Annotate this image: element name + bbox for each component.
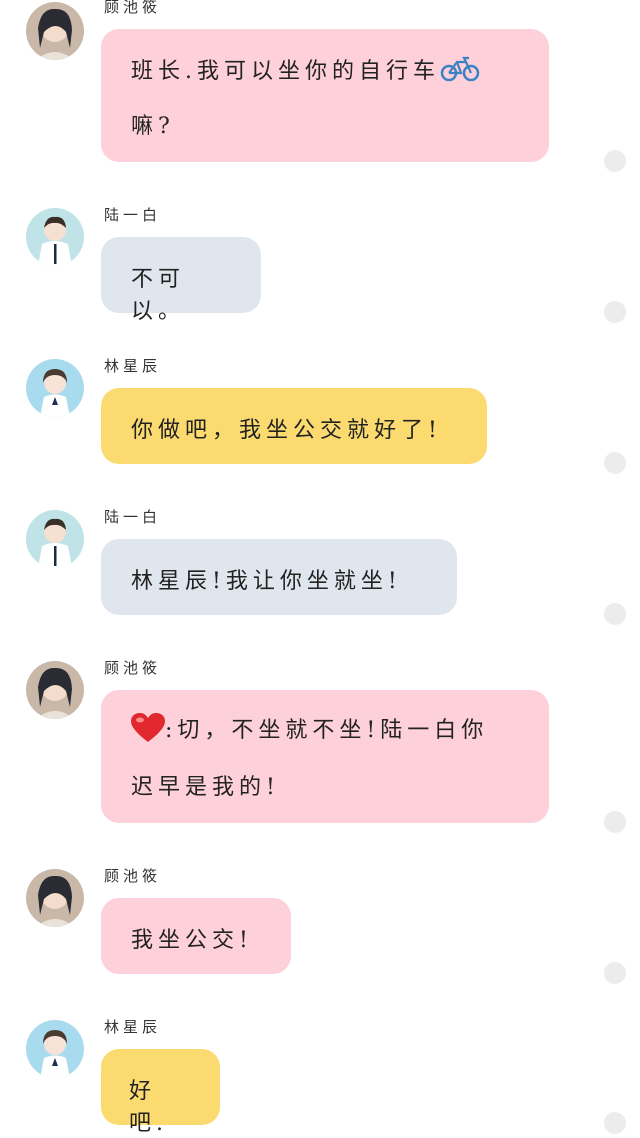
message-bubble[interactable]: 林星辰!我让你坐就坐! [101, 539, 457, 615]
bicycle-icon [440, 56, 480, 88]
sender-name: 林星辰 [104, 1018, 162, 1036]
message-text: :切，不坐就不坐!陆一白你 [131, 712, 519, 749]
message-bubble[interactable]: 班长.我可以坐你的自行车 嘛? [101, 29, 549, 162]
status-dot [604, 452, 626, 474]
message-bubble[interactable]: :切，不坐就不坐!陆一白你 迟早是我的! [101, 690, 549, 823]
message-text: 不可以。 [131, 267, 186, 324]
sender-name: 陆一白 [104, 206, 162, 224]
message-bubble[interactable]: 我坐公交! [101, 898, 291, 974]
message-text-part: 班长.我可以坐你的自行车 [131, 59, 440, 84]
sender-name: 林星辰 [104, 357, 162, 375]
sender-name: 顾池筱 [104, 0, 162, 16]
status-dot [604, 1112, 626, 1134]
avatar[interactable] [26, 1020, 84, 1078]
status-dot [604, 150, 626, 172]
heart-icon [131, 713, 165, 749]
avatar[interactable] [26, 510, 84, 568]
avatar[interactable] [26, 869, 84, 927]
message-text: 迟早是我的! [131, 775, 280, 800]
avatar[interactable] [26, 208, 84, 266]
message-bubble[interactable]: 好吧. [101, 1049, 220, 1136]
status-dot [604, 301, 626, 323]
message-text: 嘛? [131, 114, 175, 139]
message-bubble[interactable]: 你做吧，我坐公交就好了! [101, 388, 487, 464]
message-bubble[interactable]: 不可以。 [101, 237, 261, 324]
status-dot [604, 811, 626, 833]
message-text: 好吧. [129, 1079, 168, 1136]
status-dot [604, 962, 626, 984]
avatar[interactable] [26, 359, 84, 417]
message-text: 你做吧，我坐公交就好了! [131, 418, 442, 443]
message-text: 我坐公交! [131, 928, 253, 953]
sender-name: 顾池筱 [104, 659, 162, 677]
message-text-part: :切，不坐就不坐!陆一白你 [165, 718, 489, 743]
message-text: 班长.我可以坐你的自行车 [131, 53, 519, 88]
avatar[interactable] [26, 661, 84, 719]
sender-name: 顾池筱 [104, 867, 162, 885]
avatar[interactable] [26, 2, 84, 60]
sender-name: 陆一白 [104, 508, 162, 526]
message-text: 林星辰!我让你坐就坐! [131, 569, 402, 594]
status-dot [604, 603, 626, 625]
